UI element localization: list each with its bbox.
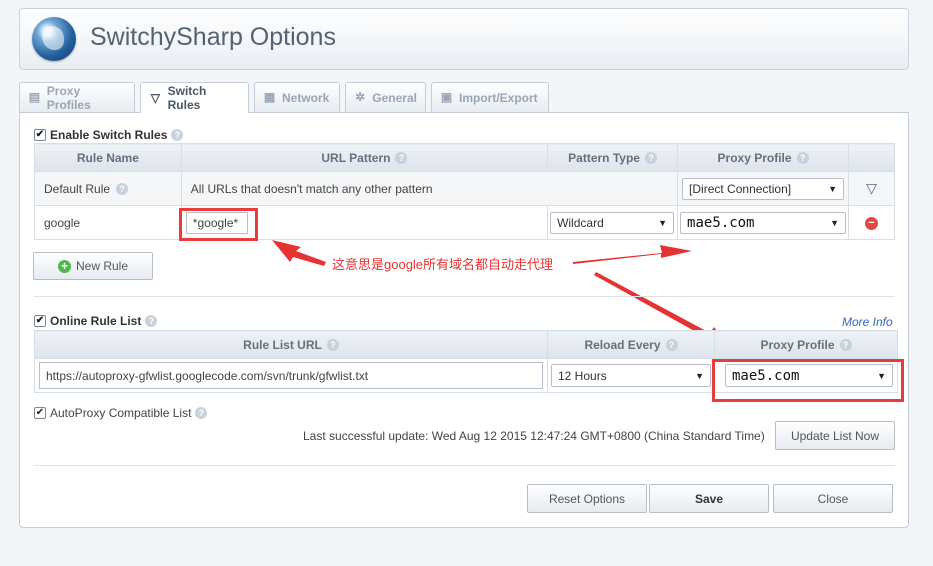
last-update-text: Last successful update: Wed Aug 12 2015 … — [303, 429, 765, 443]
autoproxy-checkbox[interactable]: ✔ — [34, 407, 46, 419]
rule-list-url-value: https://autoproxy-gfwlist.googlecode.com… — [46, 368, 369, 383]
reload-every-value: 12 Hours — [558, 368, 607, 383]
reset-options-button[interactable]: Reset Options — [527, 484, 647, 513]
help-icon[interactable]: ? — [839, 338, 852, 351]
online-rule-list-checkbox[interactable]: ✔ — [34, 315, 46, 327]
section-divider — [34, 296, 895, 297]
footer-divider — [34, 465, 895, 466]
reload-every-cell: 12 Hours ▼ — [547, 358, 715, 393]
online-rule-list-toggle: ✔ Online Rule List ? — [34, 314, 158, 328]
close-button[interactable]: Close — [773, 484, 893, 513]
help-icon[interactable]: ? — [145, 315, 158, 327]
rule-list-url-header: Rule List URL? — [34, 330, 548, 359]
filter-icon: ▽ — [150, 90, 160, 105]
save-button[interactable]: Save — [649, 484, 769, 513]
reload-every-select[interactable]: 12 Hours ▼ — [551, 364, 711, 387]
online-proxy-profile-header: Proxy Profile? — [714, 330, 898, 359]
tab-switch-rules[interactable]: ▽ Switch Rules — [140, 82, 249, 113]
annotation-highlight-profile — [712, 359, 904, 402]
online-rule-list-label: Online Rule List — [50, 314, 142, 328]
help-icon[interactable]: ? — [326, 338, 339, 351]
rule-list-url-input[interactable]: https://autoproxy-gfwlist.googlecode.com… — [39, 362, 543, 389]
tab-label: Switch Rules — [167, 84, 207, 112]
chevron-down-icon: ▼ — [695, 370, 704, 381]
autoproxy-compatible: ✔ AutoProxy Compatible List ? — [34, 406, 208, 420]
annotation-arrow-left — [272, 240, 326, 266]
autoproxy-label: AutoProxy Compatible List — [50, 406, 192, 420]
more-info-link[interactable]: More Info — [842, 315, 893, 329]
reload-every-header: Reload Every? — [547, 330, 715, 359]
help-icon[interactable]: ? — [195, 407, 208, 419]
rule-list-url-cell: https://autoproxy-gfwlist.googlecode.com… — [34, 358, 548, 393]
update-list-button[interactable]: Update List Now — [775, 421, 895, 450]
help-icon[interactable]: ? — [665, 338, 678, 351]
annotation-arrow-right — [573, 245, 692, 264]
